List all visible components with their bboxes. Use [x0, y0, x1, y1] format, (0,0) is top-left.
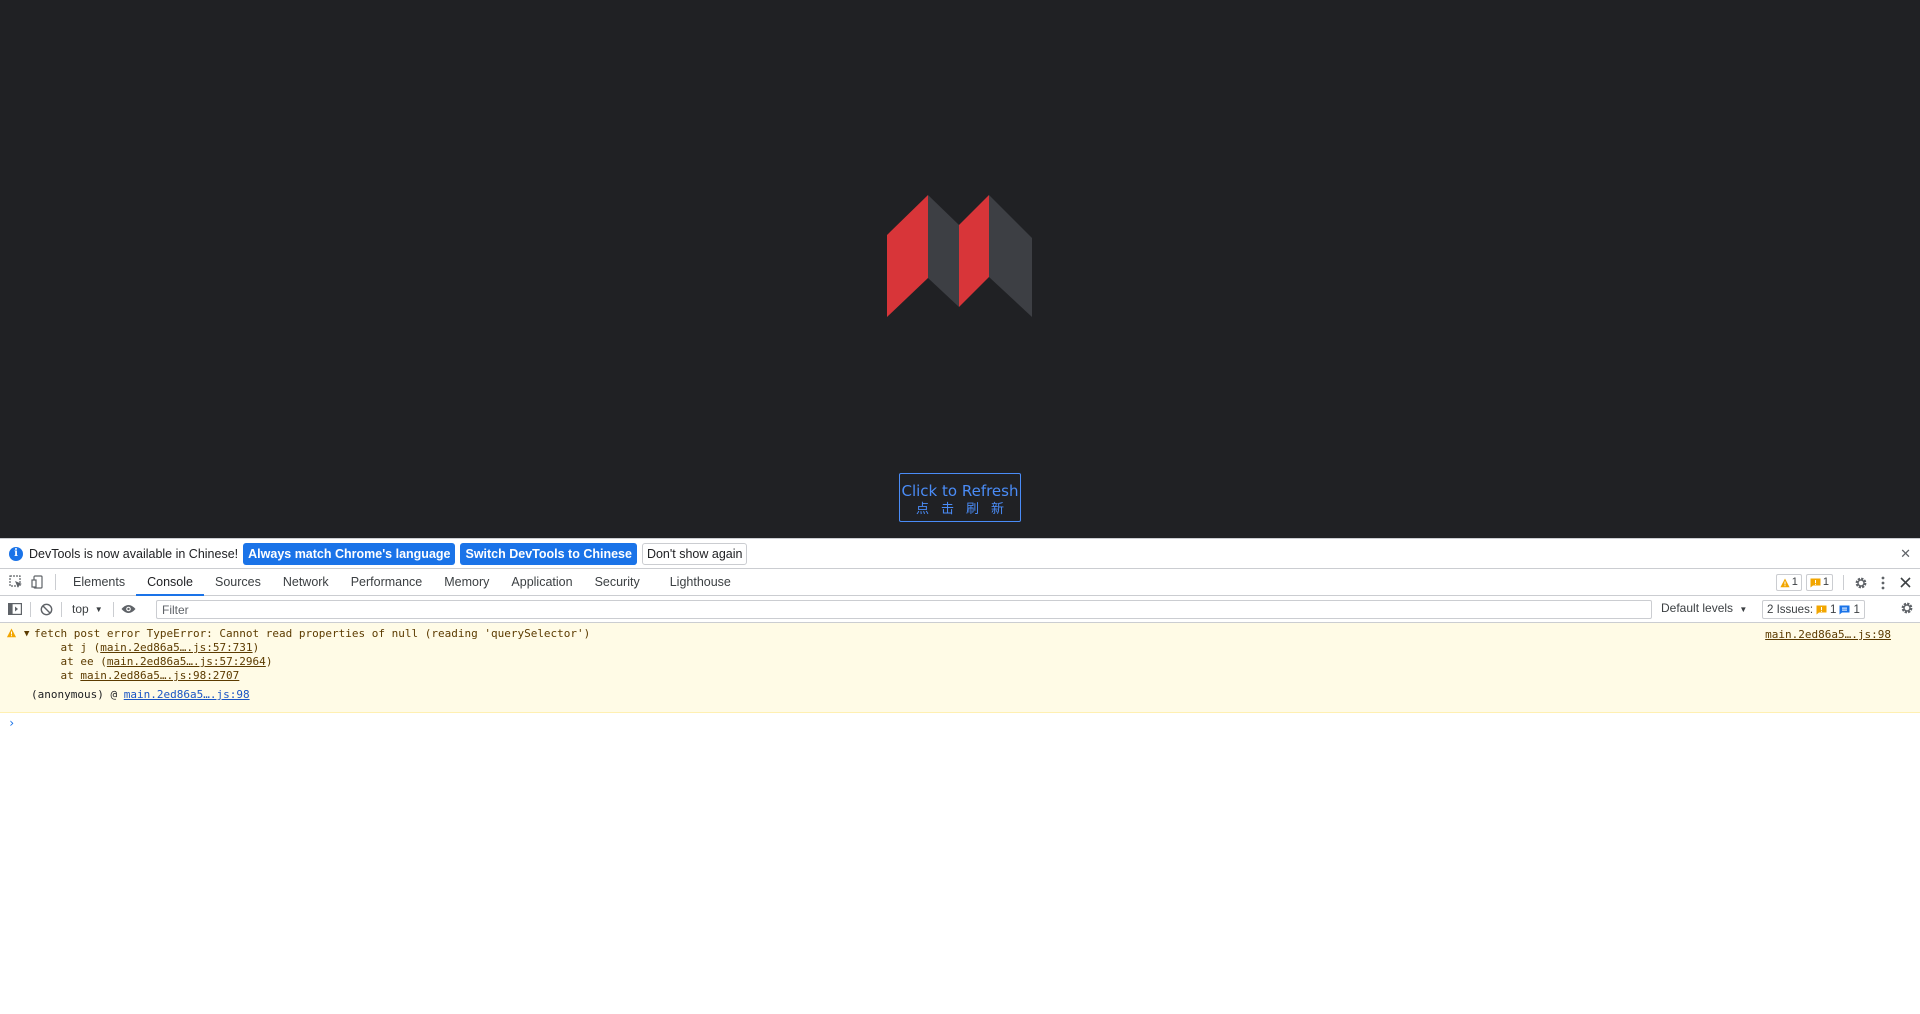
toolbar-separator: [61, 601, 62, 617]
console-warning-message[interactable]: ▼ fetch post error TypeError: Cannot rea…: [0, 623, 1920, 713]
language-infobar: i DevTools is now available in Chinese! …: [0, 539, 1920, 569]
chevron-down-icon: ▼: [94, 604, 103, 614]
device-toolbar-icon[interactable]: [27, 569, 49, 595]
console-prompt[interactable]: ›: [8, 716, 15, 730]
refresh-button[interactable]: Click to Refresh 点击刷新: [899, 473, 1021, 522]
warnings-count: 1: [1791, 576, 1798, 588]
tab-console[interactable]: Console: [136, 569, 204, 596]
chevron-down-icon: ▼: [1739, 605, 1748, 614]
issue-info-icon: [1839, 605, 1850, 614]
source-location-link[interactable]: main.2ed86a5….js:98: [1765, 628, 1891, 642]
refresh-label-en: Click to Refresh: [901, 482, 1019, 500]
tab-application[interactable]: Application: [500, 569, 583, 595]
anonymous-frame: (anonymous) @ main.2ed86a5….js:98: [31, 688, 250, 702]
issues-label: 2 Issues:: [1767, 603, 1814, 616]
stack-frame-prefix: at j (: [34, 641, 101, 654]
context-selector[interactable]: top ▼: [66, 599, 109, 619]
warning-icon: [1780, 578, 1790, 587]
logo-right-red: [959, 195, 989, 307]
errors-badge[interactable]: 1: [1805, 574, 1833, 591]
logo-left-red: [887, 195, 928, 317]
switch-chinese-button[interactable]: Switch DevTools to Chinese: [460, 542, 637, 565]
console-output: ▼ fetch post error TypeError: Cannot rea…: [0, 623, 1920, 1014]
stack-frame-link[interactable]: main.2ed86a5….js:57:731: [100, 641, 252, 654]
brand-logo: [887, 195, 1032, 317]
stack-frame: at main.2ed86a5….js:98:2707: [34, 669, 239, 683]
log-levels-label: Default levels: [1661, 601, 1734, 615]
logo-left-gray: [928, 195, 959, 307]
context-value: top: [72, 602, 89, 616]
live-expression-eye-icon[interactable]: [118, 604, 140, 614]
stack-frame-suffix: ): [252, 641, 260, 654]
anonymous-link[interactable]: main.2ed86a5….js:98: [124, 688, 250, 701]
stack-frame-link[interactable]: main.2ed86a5….js:57:2964: [107, 655, 266, 668]
anonymous-label: (anonymous): [31, 688, 104, 701]
filter-input[interactable]: [156, 600, 1652, 619]
match-language-button[interactable]: Always match Chrome's language: [243, 542, 456, 565]
page-viewport: Click to Refresh 点击刷新: [0, 0, 1920, 538]
issues-warn-count: 1: [1830, 603, 1837, 616]
close-icon[interactable]: ✕: [1900, 546, 1911, 562]
close-devtools-icon[interactable]: [1894, 577, 1916, 588]
dont-show-again-button[interactable]: Don't show again: [641, 542, 748, 565]
gear-icon[interactable]: [1850, 576, 1872, 590]
message-warning-icon: [1810, 578, 1821, 587]
clear-console-icon[interactable]: [35, 603, 57, 616]
info-icon: i: [9, 546, 23, 561]
tab-security[interactable]: Security: [584, 569, 651, 595]
tabbar-separator-right: [1843, 575, 1844, 590]
stack-frame: at ee (main.2ed86a5….js:57:2964): [34, 655, 272, 669]
logo-right-gray: [989, 195, 1032, 317]
stack-frame-suffix: ): [265, 655, 273, 668]
stack-frame-link[interactable]: main.2ed86a5….js:98:2707: [80, 669, 239, 682]
tabbar-separator: [55, 574, 56, 590]
console-settings-gear-icon[interactable]: [1900, 601, 1914, 618]
tab-network[interactable]: Network: [272, 569, 340, 595]
warning-icon: [6, 628, 17, 638]
issue-warning-icon: [1816, 605, 1827, 614]
warning-text: fetch post error TypeError: Cannot read …: [34, 627, 591, 640]
tab-memory[interactable]: Memory: [433, 569, 500, 595]
errors-count: 1: [1822, 576, 1829, 588]
tab-performance[interactable]: Performance: [340, 569, 434, 595]
devtools-panel: i DevTools is now available in Chinese! …: [0, 538, 1920, 1013]
tab-lighthouse[interactable]: Lighthouse: [659, 569, 742, 595]
anonymous-at: @: [103, 688, 124, 701]
inspect-element-icon[interactable]: [5, 569, 27, 595]
infobar-message: DevTools is now available in Chinese!: [29, 546, 239, 561]
toolbar-separator: [30, 601, 31, 617]
tab-sources[interactable]: Sources: [204, 569, 272, 595]
issues-info-count: 1: [1853, 603, 1860, 616]
stack-frame-prefix: at ee (: [34, 655, 107, 668]
log-levels-dropdown[interactable]: Default levels ▼: [1661, 601, 1747, 615]
issues-button[interactable]: 2 Issues: 1 1: [1762, 600, 1865, 619]
console-toolbar: top ▼ Default levels ▼ 2 Issues: 1 1: [0, 596, 1920, 623]
warnings-badge[interactable]: 1: [1775, 574, 1802, 591]
toolbar-separator: [112, 601, 114, 617]
expand-triangle-icon[interactable]: ▼: [24, 629, 29, 639]
tab-elements[interactable]: Elements: [62, 569, 136, 595]
tabbar-actions: 1 1: [1775, 569, 1920, 596]
stack-frame: at j (main.2ed86a5….js:57:731): [34, 641, 259, 655]
refresh-label-zh: 点击刷新: [915, 502, 1016, 517]
more-options-icon[interactable]: [1872, 576, 1894, 590]
stack-frame-prefix: at: [34, 669, 81, 682]
devtools-tabbar: Elements Console Sources Network Perform…: [0, 569, 1920, 596]
sidebar-toggle-icon[interactable]: [4, 603, 26, 615]
